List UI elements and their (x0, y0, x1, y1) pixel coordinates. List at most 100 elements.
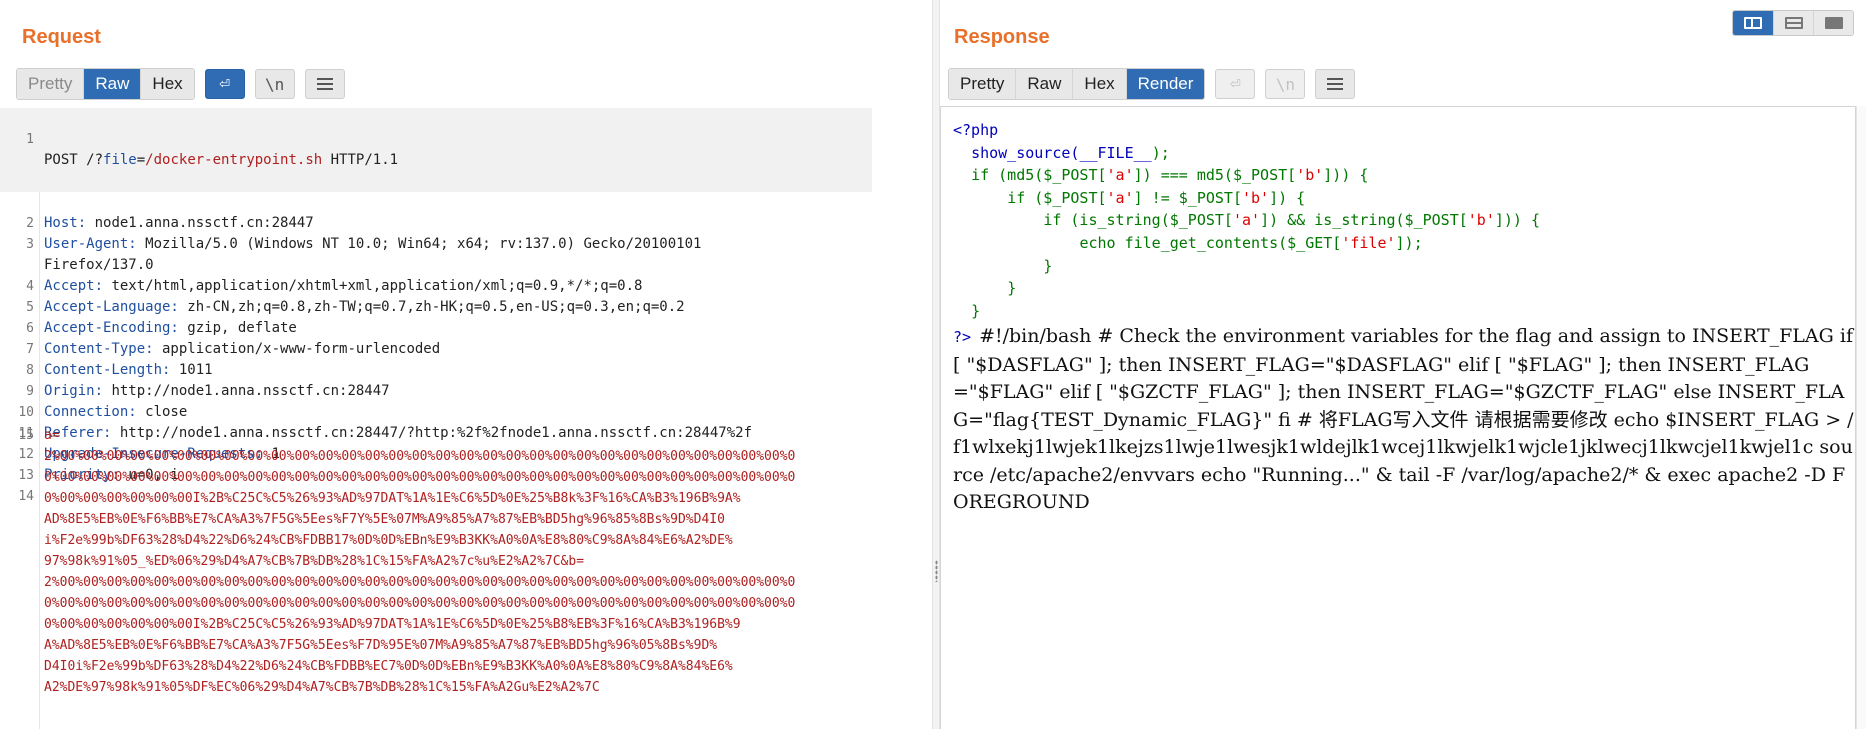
source-line: } (953, 255, 1540, 278)
request-editor[interactable]: 1 POST /?file=/docker-entrypoint.sh HTTP… (0, 108, 932, 729)
request-toolbar: Pretty Raw Hex ⏎ \n (16, 68, 345, 100)
code-token: ]); (1395, 233, 1423, 252)
body-line: AD%8E5%EB%0E%F6%BB%E7%CA%A3%7F5G%5Ees%F7… (44, 512, 725, 527)
body-line: D4I0i%F2e%99b%DF63%28%D4%22%D6%24%CB%FDB… (44, 659, 733, 674)
entrypoint-script-text: #!/bin/bash # Check the environment vari… (953, 325, 1854, 513)
code-token: 'a' (1106, 166, 1134, 185)
source-line: } (953, 277, 1540, 300)
body-line: A2%DE%97%98k%91%05%DF%EC%06%29%D4%A7%CB%… (44, 680, 600, 695)
request-menu-button[interactable] (304, 69, 345, 99)
header-name: Accept: (44, 278, 104, 294)
header-value: http://node1.anna.nssctf.cn:28447 (103, 383, 390, 399)
line-number: 1 (26, 132, 34, 147)
header-name: Accept-Language: (44, 299, 179, 315)
header-value: close (136, 404, 188, 420)
response-title: Response (954, 26, 1050, 48)
php-close-tag: ?> (953, 328, 972, 346)
code-token: } (1007, 279, 1017, 298)
query-param-name: file (103, 152, 137, 168)
response-view-tabs: Pretty Raw Hex Render (948, 68, 1206, 100)
response-scrollbar[interactable] (1856, 106, 1866, 729)
php-open-tag: <?php (953, 121, 999, 139)
single-pane-icon (1824, 17, 1843, 29)
header-text: Content-Type: application/x-www-form-url… (44, 339, 440, 360)
header-name: Host: (44, 215, 87, 231)
source-line: if (md5($_POST['a']) === md5($_POST['b']… (953, 164, 1540, 187)
body-line: 2%00%00%00%00%00%00%00%00%00%00%00%00%00… (44, 449, 796, 464)
layout-side-by-side-button[interactable] (1733, 11, 1773, 35)
columns-icon (1744, 17, 1762, 29)
hamburger-menu-icon (1327, 78, 1344, 90)
drag-handle-icon[interactable] (935, 560, 938, 582)
line-number: 6 (26, 321, 34, 336)
header-value: gzip, deflate (178, 320, 297, 336)
body-line: 2%00%00%00%00%00%00%00%00%00%00%00%00%00… (44, 575, 796, 590)
response-tab-pretty[interactable]: Pretty (949, 69, 1016, 99)
pane-splitter[interactable] (932, 0, 940, 729)
header-value: node1.anna.nssctf.cn:28447 (86, 215, 314, 231)
response-tab-raw[interactable]: Raw (1015, 69, 1073, 99)
line-number: 15 (18, 428, 34, 443)
layout-single-button[interactable] (1813, 11, 1853, 35)
line-number: 5 (26, 300, 34, 315)
code-token: 'b' (1242, 188, 1270, 207)
header-name: Connection: (44, 404, 137, 420)
response-wrap-button[interactable]: ⏎ (1215, 69, 1256, 99)
layout-stacked-button[interactable] (1773, 11, 1813, 35)
request-newline-button[interactable]: \n (254, 69, 295, 99)
header-text: Accept-Encoding: gzip, deflate (44, 318, 297, 339)
layout-toggle (1732, 10, 1854, 36)
code-token: ]) { (1269, 188, 1306, 207)
request-title: Request (22, 26, 101, 48)
code-token: 'a' (1106, 188, 1134, 207)
body-line: 97%98k%91%05_%ED%06%29%D4%A7%CB%7B%DB%28… (44, 554, 585, 569)
line-number: 4 (26, 279, 34, 294)
response-menu-button[interactable] (1315, 69, 1356, 99)
request-tab-hex[interactable]: Hex (140, 69, 194, 99)
source-line: if ($_POST['a'] != $_POST['b']) { (953, 187, 1540, 210)
rendered-response[interactable]: <?php show_source(__FILE__); if (md5($_P… (940, 106, 1856, 729)
body-line: 0%00%00%00%00%00%00%00%00%00%00%00%00%00… (44, 470, 796, 485)
newline-icon: \n (265, 74, 285, 94)
code-token: if ($_POST[ (1007, 188, 1107, 207)
request-wrap-button[interactable]: ⏎ (204, 69, 245, 99)
php-source-block: <?php show_source(__FILE__); if (md5($_P… (953, 119, 1540, 322)
code-token: echo file_get_contents($_GET[ (1079, 233, 1342, 252)
request-lines: 1 POST /?file=/docker-entrypoint.sh HTTP… (0, 108, 932, 504)
header-text: User-Agent: Mozilla/5.0 (Windows NT 10.0… (44, 234, 701, 255)
header-text: Connection: close (44, 402, 187, 423)
request-tab-pretty[interactable]: Pretty (17, 69, 84, 99)
code-token: show_source( (971, 143, 1080, 162)
source-line: if (is_string($_POST['a']) && is_string(… (953, 209, 1540, 232)
request-tab-raw[interactable]: Raw (83, 69, 141, 99)
line-number: 9 (26, 384, 34, 399)
body-line: i%F2e%99b%DF63%28%D4%22%D6%24%CB%FDBB17%… (44, 533, 733, 548)
response-pane: Response Pretty Raw Hex Render ⏎ \n <?ph… (940, 0, 1866, 729)
code-token: 'b' (1296, 166, 1324, 185)
line-number: 3 (26, 237, 34, 252)
header-name: User-Agent: (44, 236, 137, 252)
header-text: Content-Length: 1011 (44, 360, 213, 381)
rendered-file-contents: ?> #!/bin/bash # Check the environment va… (953, 323, 1855, 517)
wrap-lines-icon: ⏎ (219, 73, 231, 94)
header-text: Host: node1.anna.nssctf.cn:28447 (44, 213, 314, 234)
source-line: } (953, 300, 1540, 323)
request-line-text: POST /?file=/docker-entrypoint.sh HTTP/1… (44, 150, 398, 171)
header-name: Content-Type: (44, 341, 154, 357)
body-line: a= (44, 428, 60, 443)
response-toolbar: Pretty Raw Hex Render ⏎ \n (948, 68, 1356, 100)
body-line: 0%00%00%00%00%00%00%00%00%00%00%00%00%00… (44, 596, 796, 611)
header-value: 1011 (170, 362, 213, 378)
line-number: 10 (18, 405, 34, 420)
line-number: 2 (26, 216, 34, 231)
response-newline-button[interactable]: \n (1265, 69, 1306, 99)
code-token: ])) { (1494, 211, 1541, 230)
code-token: ]) && is_string($_POST[ (1260, 211, 1468, 230)
request-line: 1 POST /?file=/docker-entrypoint.sh HTTP… (0, 108, 872, 192)
response-tab-render[interactable]: Render (1125, 69, 1205, 99)
response-tab-hex[interactable]: Hex (1072, 69, 1126, 99)
line-number: 7 (26, 342, 34, 357)
newline-icon: \n (1275, 74, 1296, 94)
hamburger-menu-icon (316, 78, 333, 90)
header-name: Origin: (44, 383, 104, 399)
